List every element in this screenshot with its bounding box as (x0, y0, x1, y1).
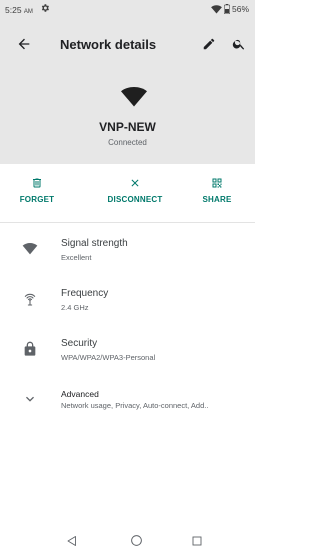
search-icon[interactable] (232, 37, 246, 51)
security-value: WPA/WPA2/WPA3-Personal (61, 353, 156, 362)
frequency-title: Frequency (61, 288, 109, 299)
signal-strength-value: Excellent (61, 253, 92, 262)
advanced-row[interactable]: Advanced Network usage, Privacy, Auto-co… (0, 385, 255, 425)
status-time: 5:25 AM (5, 5, 33, 15)
advanced-title: Advanced (61, 389, 99, 399)
gear-icon (41, 4, 49, 12)
disconnect-button[interactable]: DISCONNECT (100, 172, 170, 214)
network-status: Connected (108, 138, 147, 147)
frequency-value: 2.4 GHz (61, 303, 89, 312)
security-row: Security WPA/WPA2/WPA3-Personal (0, 335, 255, 375)
app-bar: Network details (0, 28, 255, 62)
network-details-screen: 5:25 AM 56% Network details VNP-NEW Conn… (0, 0, 255, 551)
forget-button[interactable]: FORGET (2, 172, 72, 214)
header-area: 5:25 AM 56% Network details VNP-NEW Conn… (0, 0, 255, 164)
nav-home-icon[interactable] (130, 534, 143, 547)
trash-icon (33, 178, 41, 188)
battery-percent: 56% (231, 4, 249, 14)
qr-code-icon (212, 178, 222, 188)
status-bar: 5:25 AM 56% (0, 0, 255, 20)
back-arrow-icon[interactable] (16, 36, 32, 52)
status-clock: 5:25 (5, 5, 22, 15)
security-title: Security (61, 338, 98, 349)
chevron-down-icon (26, 396, 34, 402)
battery-icon (223, 4, 230, 14)
nav-back-icon[interactable] (66, 535, 78, 547)
signal-wifi-icon (22, 243, 38, 255)
close-icon (131, 179, 139, 187)
network-name: VNP-NEW (99, 120, 156, 134)
antenna-icon (24, 293, 36, 306)
forget-label: FORGET (19, 195, 55, 204)
page-title: Network details (60, 37, 157, 52)
system-nav-bar (0, 530, 255, 551)
share-button[interactable]: SHARE (182, 172, 252, 214)
frequency-row: Frequency 2.4 GHz (0, 285, 255, 325)
lock-icon (24, 341, 36, 356)
signal-strength-row: Signal strength Excellent (0, 235, 255, 275)
advanced-summary: Network usage, Privacy, Auto-connect, Ad… (61, 401, 209, 410)
status-ampm: AM (23, 9, 33, 15)
disconnect-label: DISCONNECT (107, 195, 163, 204)
share-label: SHARE (202, 195, 232, 204)
status-indicators: 56% (211, 4, 249, 14)
action-row: FORGET DISCONNECT SHARE (0, 172, 255, 214)
wifi-icon (121, 87, 147, 107)
divider (0, 222, 255, 223)
wifi-status-icon (211, 4, 222, 14)
edit-pencil-icon[interactable] (202, 37, 216, 51)
nav-recents-icon[interactable] (191, 535, 203, 547)
signal-strength-title: Signal strength (61, 238, 128, 249)
